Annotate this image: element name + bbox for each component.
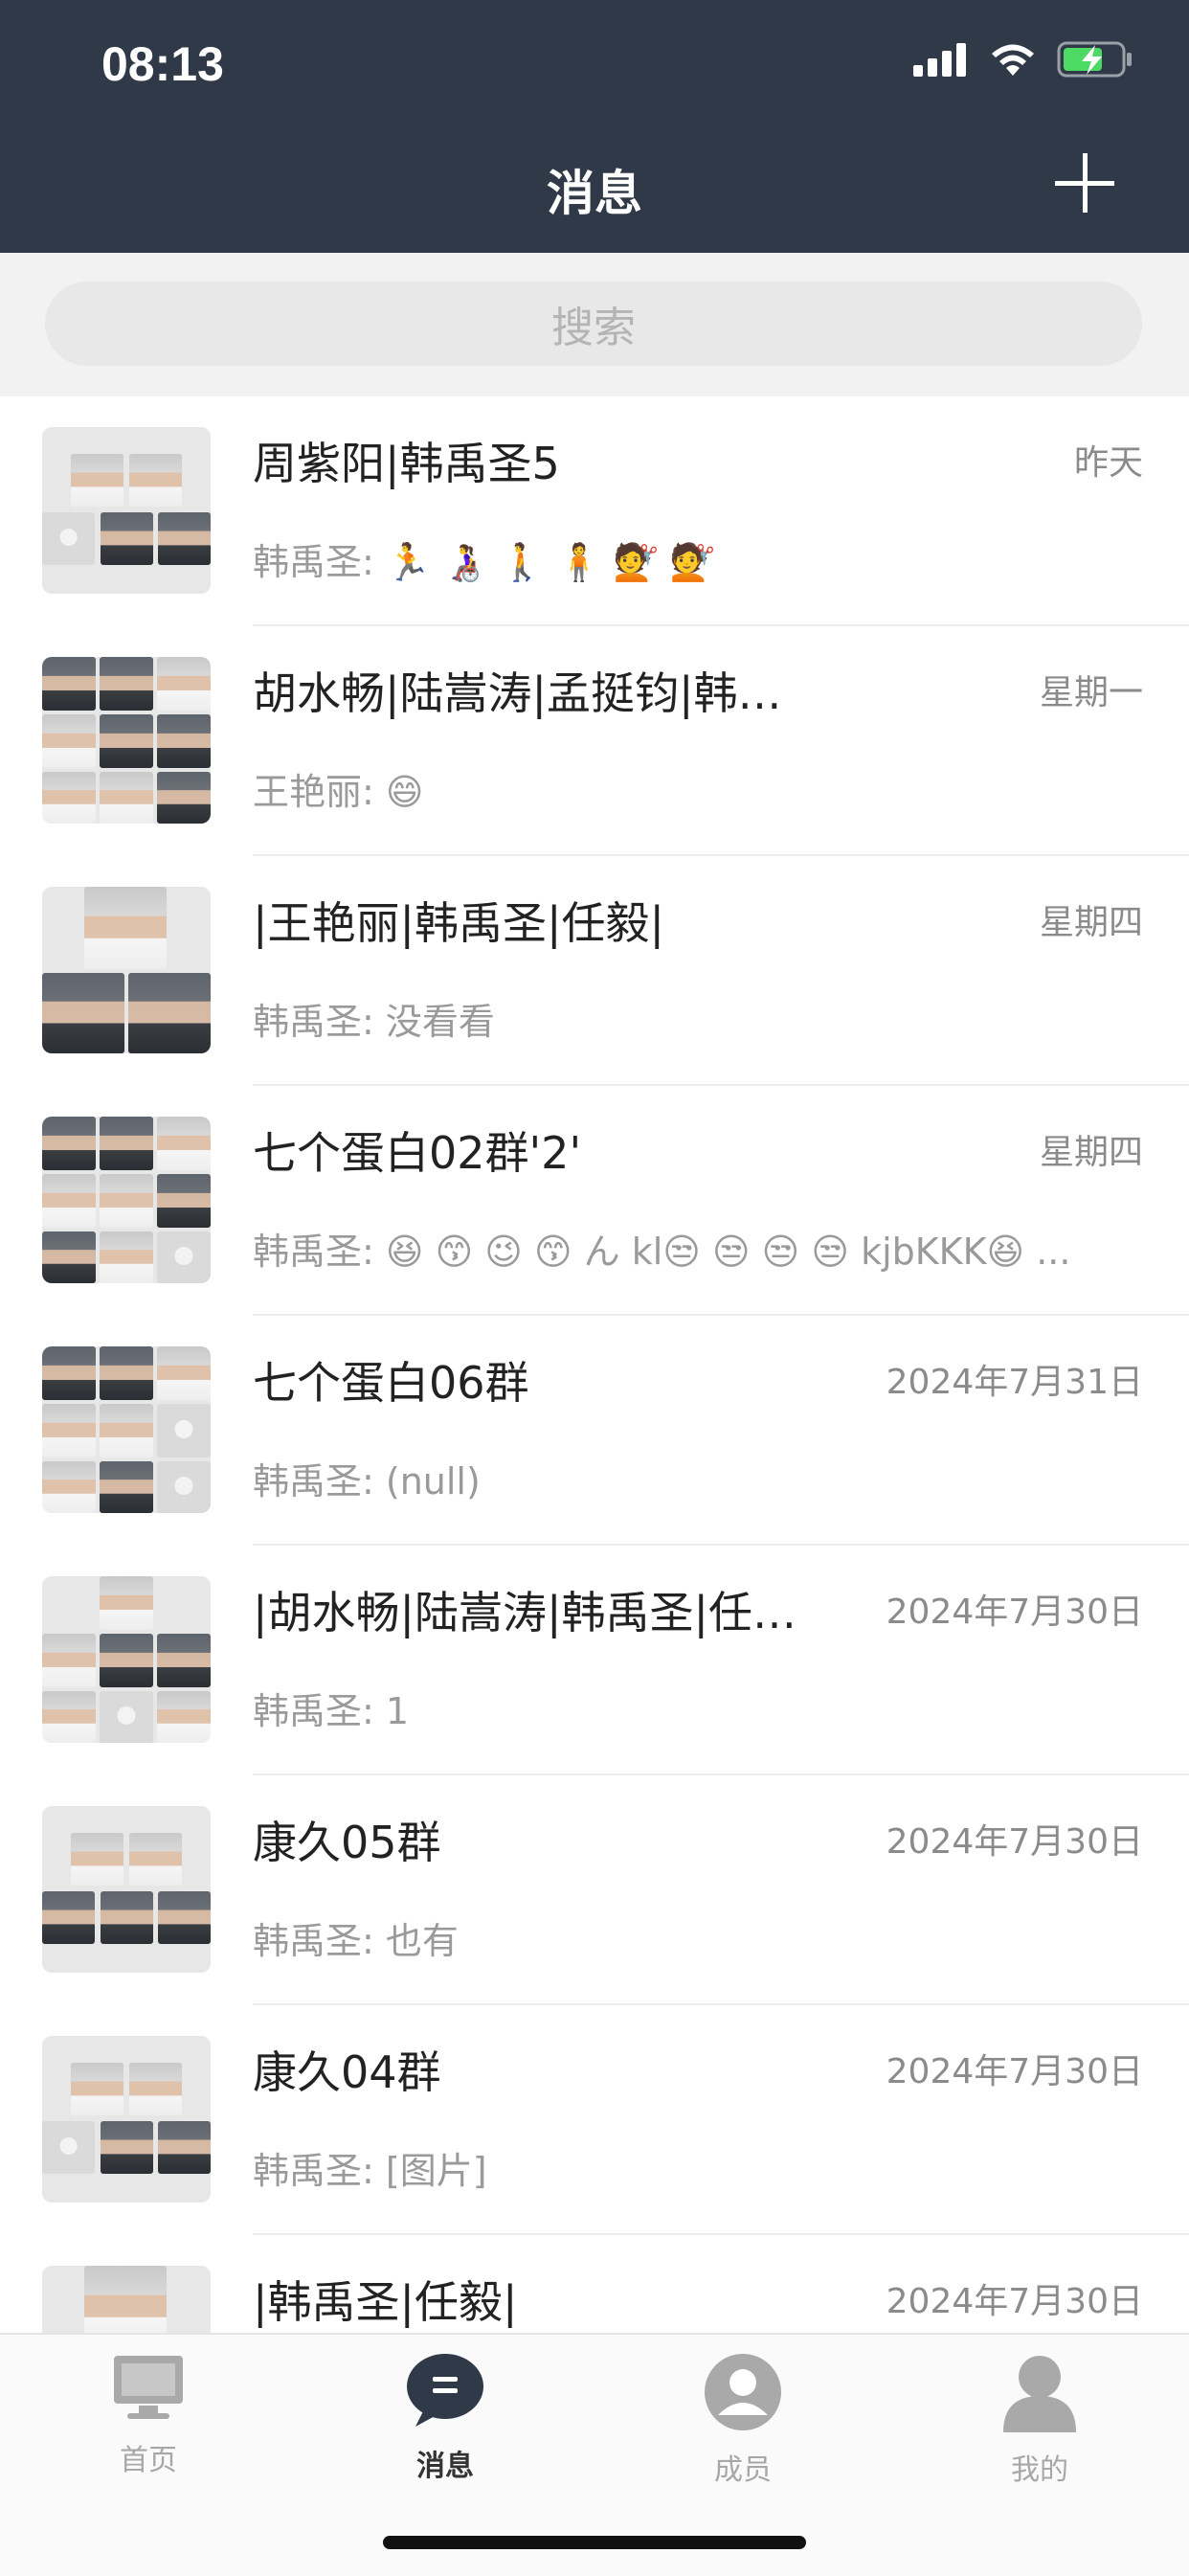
header-bar: 08:13 消息 bbox=[0, 0, 1189, 253]
home-indicator[interactable] bbox=[383, 2536, 806, 2549]
tab-label: 成员 bbox=[714, 2453, 772, 2487]
conversation-preview: 王艳丽: 😄 bbox=[253, 771, 424, 813]
conversation-time: 星期四 bbox=[1039, 903, 1143, 942]
conversation-name: |韩禹圣|任毅| bbox=[253, 2276, 518, 2328]
signal-icon bbox=[913, 43, 966, 77]
group-avatar bbox=[42, 427, 211, 594]
conversation-row[interactable]: |胡水畅|陆嵩涛|韩禹圣|任… 2024年7月30日 韩禹圣: 1 bbox=[0, 1546, 1189, 1775]
profile-icon bbox=[1003, 2356, 1076, 2432]
group-avatar bbox=[42, 887, 211, 1053]
add-button[interactable] bbox=[1055, 153, 1114, 213]
group-avatar bbox=[42, 1346, 211, 1513]
group-avatar bbox=[42, 1806, 211, 1973]
conversation-name: 七个蛋白06群 bbox=[253, 1357, 529, 1409]
tab-messages[interactable]: 消息 bbox=[369, 2352, 522, 2484]
tab-label: 我的 bbox=[1011, 2453, 1068, 2487]
conversation-list: 周紫阳|韩禹圣5 昨天 韩禹圣: 🏃 👩‍🦽 🚶 🧍 💇 💇 胡水畅|陆嵩涛|孟… bbox=[0, 396, 1189, 2465]
conversation-time: 昨天 bbox=[1073, 443, 1143, 483]
conversation-name: 胡水畅|陆嵩涛|孟挺钧|韩… bbox=[253, 667, 782, 719]
conversation-preview: 韩禹圣: 😆 😙 😉 😙 ん kl😒 😒 😒 😒 kjbKKK😆 ... bbox=[253, 1231, 1071, 1273]
conversation-time: 2024年7月30日 bbox=[886, 1822, 1143, 1862]
group-avatar bbox=[42, 1576, 211, 1743]
conversation-name: 七个蛋白02群'2' bbox=[253, 1127, 582, 1179]
tab-label: 消息 bbox=[416, 2450, 474, 2483]
conversation-name: 周紫阳|韩禹圣5 bbox=[253, 438, 560, 489]
chat-bubble-icon bbox=[407, 2354, 483, 2427]
conversation-preview: 韩禹圣: (null) bbox=[253, 1460, 481, 1503]
status-icons bbox=[913, 40, 1133, 79]
conversation-name: 康久05群 bbox=[253, 1817, 441, 1868]
conversation-time: 星期四 bbox=[1039, 1133, 1143, 1172]
conversation-row[interactable]: |王艳丽|韩禹圣|任毅| 星期四 韩禹圣: 没看看 bbox=[0, 856, 1189, 1086]
status-time: 08:13 bbox=[101, 37, 224, 91]
conversation-time: 2024年7月30日 bbox=[886, 2282, 1143, 2321]
conversation-time: 2024年7月30日 bbox=[886, 1593, 1143, 1632]
conversation-time: 2024年7月31日 bbox=[886, 1363, 1143, 1402]
conversation-time: 星期一 bbox=[1039, 673, 1143, 712]
tab-profile[interactable]: 我的 bbox=[963, 2352, 1116, 2488]
tab-home[interactable]: 首页 bbox=[72, 2352, 225, 2478]
search-section: 搜索 bbox=[0, 253, 1189, 396]
conversation-name: |王艳丽|韩禹圣|任毅| bbox=[253, 897, 664, 949]
conversation-row[interactable]: 胡水畅|陆嵩涛|孟挺钧|韩… 星期一 王艳丽: 😄 bbox=[0, 626, 1189, 856]
tab-members[interactable]: 成员 bbox=[666, 2352, 819, 2488]
battery-charging-icon bbox=[1057, 41, 1132, 78]
conversation-row[interactable]: 周紫阳|韩禹圣5 昨天 韩禹圣: 🏃 👩‍🦽 🚶 🧍 💇 💇 bbox=[0, 396, 1189, 626]
wifi-icon bbox=[992, 44, 1034, 76]
conversation-preview: 韩禹圣: [图片] bbox=[253, 2150, 487, 2192]
conversation-preview: 韩禹圣: 1 bbox=[253, 1690, 410, 1732]
conversation-row[interactable]: 七个蛋白06群 2024年7月31日 韩禹圣: (null) bbox=[0, 1316, 1189, 1546]
conversation-row[interactable]: 康久05群 2024年7月30日 韩禹圣: 也有 bbox=[0, 1775, 1189, 2005]
conversation-row[interactable]: 七个蛋白02群'2' 星期四 韩禹圣: 😆 😙 😉 😙 ん kl😒 😒 😒 😒 … bbox=[0, 1086, 1189, 1316]
conversation-name: 康久04群 bbox=[253, 2046, 441, 2098]
member-icon bbox=[705, 2354, 781, 2430]
conversation-time: 2024年7月30日 bbox=[886, 2052, 1143, 2091]
tab-label: 首页 bbox=[120, 2444, 177, 2477]
group-avatar bbox=[42, 2036, 211, 2203]
conversation-row[interactable]: 康久04群 2024年7月30日 韩禹圣: [图片] bbox=[0, 2005, 1189, 2235]
conversation-preview: 韩禹圣: 没看看 bbox=[253, 1001, 495, 1043]
group-avatar bbox=[42, 657, 211, 824]
monitor-icon bbox=[114, 2356, 183, 2419]
search-input[interactable]: 搜索 bbox=[45, 282, 1142, 366]
group-avatar bbox=[42, 1117, 211, 1283]
conversation-preview: 韩禹圣: 也有 bbox=[253, 1920, 459, 1962]
page-title: 消息 bbox=[547, 166, 642, 221]
conversation-name: |胡水畅|陆嵩涛|韩禹圣|任… bbox=[253, 1587, 796, 1638]
conversation-preview: 韩禹圣: 🏃 👩‍🦽 🚶 🧍 💇 💇 bbox=[253, 541, 716, 583]
